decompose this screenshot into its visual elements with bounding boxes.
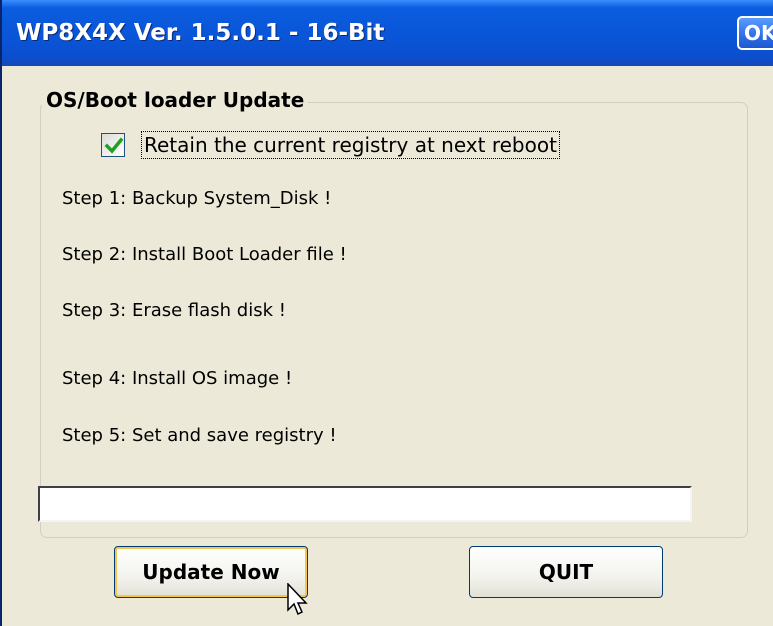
ok-button[interactable]: OK [737,16,773,50]
update-now-button[interactable]: Update Now [114,546,308,598]
groupbox-title: OS/Boot loader Update [42,88,309,112]
app-window: WP8X4X Ver. 1.5.0.1 - 16-Bit OK OS/Boot … [0,0,773,626]
quit-button[interactable]: QUIT [469,546,663,598]
mouse-cursor-icon [287,583,308,616]
step-4-text: Step 4: Install OS image ! [62,368,293,389]
checkmark-icon [104,137,124,154]
step-1-text: Step 1: Backup System_Disk ! [62,188,332,209]
retain-registry-checkbox[interactable] [101,133,125,157]
step-2-text: Step 2: Install Boot Loader file ! [62,244,347,265]
title-bar: WP8X4X Ver. 1.5.0.1 - 16-Bit OK [2,0,773,66]
progress-bar [38,486,692,522]
step-5-text: Step 5: Set and save registry ! [62,425,337,446]
step-3-text: Step 3: Erase flash disk ! [62,300,286,321]
window-title: WP8X4X Ver. 1.5.0.1 - 16-Bit [16,20,385,46]
retain-registry-label[interactable]: Retain the current registry at next rebo… [141,131,560,159]
retain-registry-option[interactable]: Retain the current registry at next rebo… [101,130,560,160]
